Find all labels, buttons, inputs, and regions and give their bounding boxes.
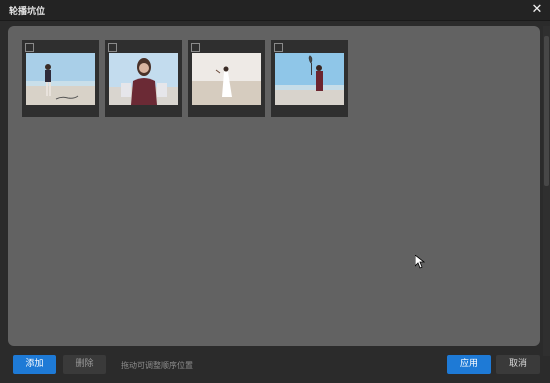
- thumbnail-image: [192, 53, 261, 105]
- window-title: 轮播坑位: [9, 7, 46, 17]
- select-checkbox[interactable]: [108, 43, 117, 52]
- add-button[interactable]: 添加: [13, 355, 56, 374]
- scrollbar-thumb[interactable]: [544, 36, 549, 186]
- thumbnail-item[interactable]: [22, 40, 99, 117]
- thumbnail-image: [275, 53, 344, 105]
- apply-button[interactable]: 应用: [447, 355, 491, 374]
- thumbnail-panel: [8, 26, 540, 346]
- thumbnail-item[interactable]: [105, 40, 182, 117]
- scrollbar[interactable]: [543, 26, 550, 356]
- mouse-pointer-icon: [415, 255, 425, 269]
- select-checkbox[interactable]: [274, 43, 283, 52]
- cancel-button[interactable]: 取消: [496, 355, 540, 374]
- thumbnail-item[interactable]: [271, 40, 348, 117]
- title-bar: 轮播坑位 ✕: [0, 0, 550, 21]
- thumbnail-item[interactable]: [188, 40, 265, 117]
- select-checkbox[interactable]: [25, 43, 34, 52]
- delete-button[interactable]: 删除: [63, 355, 106, 374]
- reorder-hint: 拖动可调整顺序位置: [121, 361, 193, 370]
- select-checkbox[interactable]: [191, 43, 200, 52]
- thumbnail-image: [109, 53, 178, 105]
- close-icon[interactable]: ✕: [530, 2, 544, 18]
- thumbnail-image: [26, 53, 95, 105]
